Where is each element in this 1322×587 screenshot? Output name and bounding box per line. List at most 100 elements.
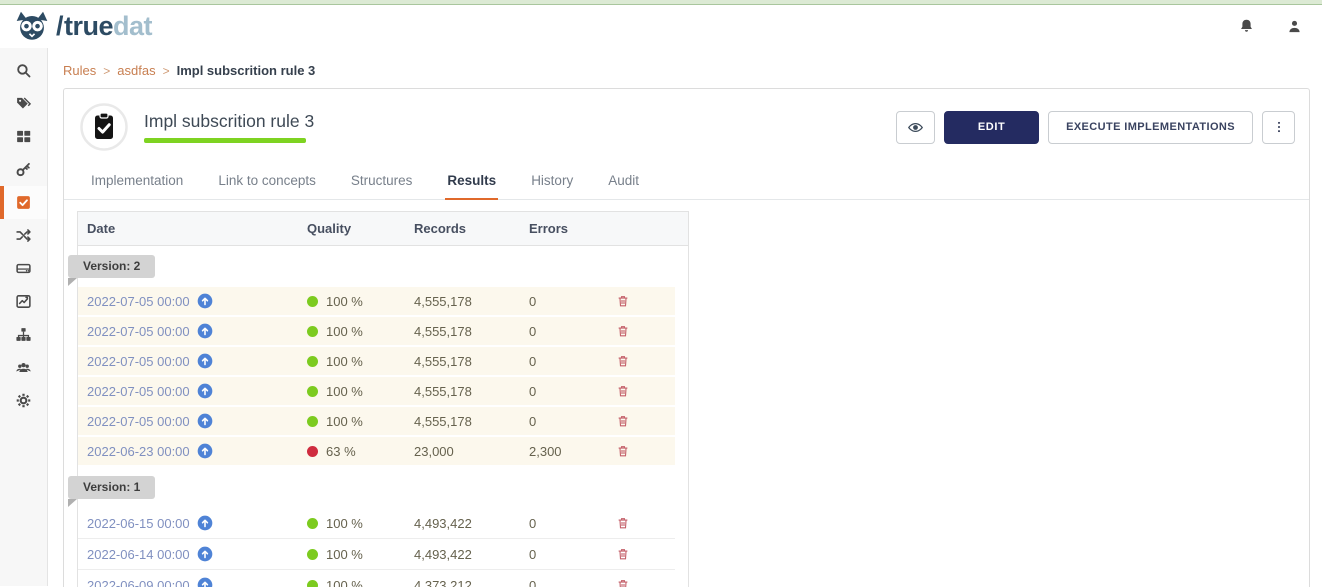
promote-arrow-up-icon[interactable] <box>197 383 213 399</box>
delete-result-trash-icon[interactable] <box>614 514 632 532</box>
sidebar-item-tags[interactable] <box>0 87 47 120</box>
sidebar-item-search[interactable] <box>0 54 47 87</box>
user-profile-icon[interactable] <box>1286 17 1306 37</box>
execute-implementations-button[interactable]: EXECUTE IMPLEMENTATIONS <box>1048 111 1253 144</box>
promote-arrow-up-icon[interactable] <box>197 546 213 562</box>
rule-card: Impl subscrition rule 3 EDIT EXECUTE IMP… <box>63 88 1310 587</box>
result-date-link[interactable]: 2022-07-05 00:00 <box>87 353 307 369</box>
tab-audit[interactable]: Audit <box>606 165 641 200</box>
modules-icon <box>15 128 32 145</box>
tab-results[interactable]: Results <box>445 165 498 200</box>
truedat-logo[interactable]: /truedat <box>13 10 152 44</box>
result-quality: 100 % <box>307 516 414 531</box>
delete-result-trash-icon[interactable] <box>614 412 632 430</box>
table-row: 2022-06-15 00:00 100 % 4,493,422 0 <box>78 508 675 539</box>
results-table-body: Version: 2 2022-07-05 00:00 100 % 4,555,… <box>78 246 688 587</box>
breadcrumb-link[interactable]: Rules <box>63 63 96 78</box>
result-quality: 100 % <box>307 414 414 429</box>
wordmark: /truedat <box>53 13 152 40</box>
delete-result-trash-icon[interactable] <box>614 442 632 460</box>
table-row: 2022-07-05 00:00 100 % 4,555,178 0 <box>78 377 675 407</box>
result-quality: 100 % <box>307 578 414 587</box>
result-records: 4,555,178 <box>414 384 529 399</box>
sidebar-item-modules[interactable] <box>0 120 47 153</box>
page-title: Impl subscrition rule 3 <box>144 111 314 132</box>
sidebar-item-sitemap[interactable] <box>0 318 47 351</box>
sidebar-item-rules[interactable] <box>0 186 47 219</box>
result-date-link[interactable]: 2022-07-05 00:00 <box>87 323 307 339</box>
version-group-header: Version: 1 <box>78 467 688 508</box>
notifications-bell-icon[interactable] <box>1238 17 1258 37</box>
sidebar-item-shuffle[interactable] <box>0 219 47 252</box>
result-date-link[interactable]: 2022-07-05 00:00 <box>87 413 307 429</box>
result-quality: 100 % <box>307 324 414 339</box>
result-quality: 100 % <box>307 294 414 309</box>
quality-status-dot-icon <box>307 296 318 307</box>
result-date-link[interactable]: 2022-07-05 00:00 <box>87 383 307 399</box>
preview-eye-button[interactable] <box>896 111 935 144</box>
result-date-link[interactable]: 2022-07-05 00:00 <box>87 293 307 309</box>
settings-icon <box>15 392 32 409</box>
result-date-link[interactable]: 2022-06-09 00:00 <box>87 577 307 587</box>
promote-arrow-up-icon[interactable] <box>197 353 213 369</box>
shuffle-icon <box>15 227 32 244</box>
sidebar-item-key[interactable] <box>0 153 47 186</box>
result-actions <box>614 514 670 533</box>
tab-history[interactable]: History <box>529 165 575 200</box>
breadcrumb-separator: > <box>103 64 110 78</box>
result-errors: 0 <box>529 547 614 562</box>
result-date-link[interactable]: 2022-06-15 00:00 <box>87 515 307 531</box>
tab-implementation[interactable]: Implementation <box>89 165 185 200</box>
sidebar-item-storage[interactable] <box>0 252 47 285</box>
tags-icon <box>15 95 32 112</box>
breadcrumb-current: Impl subscrition rule 3 <box>177 63 316 78</box>
version-badge: Version: 2 <box>68 255 155 278</box>
sidebar-item-settings[interactable] <box>0 384 47 417</box>
promote-arrow-up-icon[interactable] <box>197 293 213 309</box>
rule-card-header: Impl subscrition rule 3 EDIT EXECUTE IMP… <box>64 89 1309 155</box>
sidebar-item-users[interactable] <box>0 351 47 384</box>
quality-status-dot-icon <box>307 416 318 427</box>
result-quality: 100 % <box>307 384 414 399</box>
result-actions <box>614 545 670 564</box>
promote-arrow-up-icon[interactable] <box>197 443 213 459</box>
storage-icon <box>15 260 32 277</box>
delete-result-trash-icon[interactable] <box>614 382 632 400</box>
result-actions <box>614 292 670 311</box>
tab-structures[interactable]: Structures <box>349 165 415 200</box>
delete-result-trash-icon[interactable] <box>614 545 632 563</box>
result-date-link[interactable]: 2022-06-14 00:00 <box>87 546 307 562</box>
version-group-header: Version: 2 <box>78 246 688 287</box>
delete-result-trash-icon[interactable] <box>614 352 632 370</box>
breadcrumb-link[interactable]: asdfas <box>117 63 155 78</box>
breadcrumb: Rules>asdfas>Impl subscrition rule 3 <box>63 63 1322 78</box>
result-actions <box>614 576 670 587</box>
column-header-date: Date <box>87 221 307 236</box>
result-errors: 0 <box>529 354 614 369</box>
result-records: 4,555,178 <box>414 294 529 309</box>
delete-result-trash-icon[interactable] <box>614 322 632 340</box>
promote-arrow-up-icon[interactable] <box>197 323 213 339</box>
quality-status-dot-icon <box>307 549 318 560</box>
quality-status-dot-icon <box>307 356 318 367</box>
quality-status-dot-icon <box>307 326 318 337</box>
promote-arrow-up-icon[interactable] <box>197 515 213 531</box>
tab-link-to-concepts[interactable]: Link to concepts <box>216 165 318 200</box>
delete-result-trash-icon[interactable] <box>614 576 632 587</box>
result-date-link[interactable]: 2022-06-23 00:00 <box>87 443 307 459</box>
delete-result-trash-icon[interactable] <box>614 292 632 310</box>
table-row: 2022-07-05 00:00 100 % 4,555,178 0 <box>78 407 675 437</box>
promote-arrow-up-icon[interactable] <box>197 577 213 587</box>
result-records: 4,493,422 <box>414 516 529 531</box>
more-options-kebab-icon[interactable] <box>1262 111 1295 144</box>
quality-progress-bar <box>144 138 306 143</box>
sidebar-item-chart[interactable] <box>0 285 47 318</box>
results-table-header: Date Quality Records Errors <box>78 212 688 246</box>
result-records: 4,493,422 <box>414 547 529 562</box>
results-table: Date Quality Records Errors Version: 2 2… <box>77 211 689 587</box>
edit-button[interactable]: EDIT <box>944 111 1039 144</box>
result-actions <box>614 412 670 431</box>
quality-status-dot-icon <box>307 446 318 457</box>
table-row: 2022-07-05 00:00 100 % 4,555,178 0 <box>78 347 675 377</box>
promote-arrow-up-icon[interactable] <box>197 413 213 429</box>
